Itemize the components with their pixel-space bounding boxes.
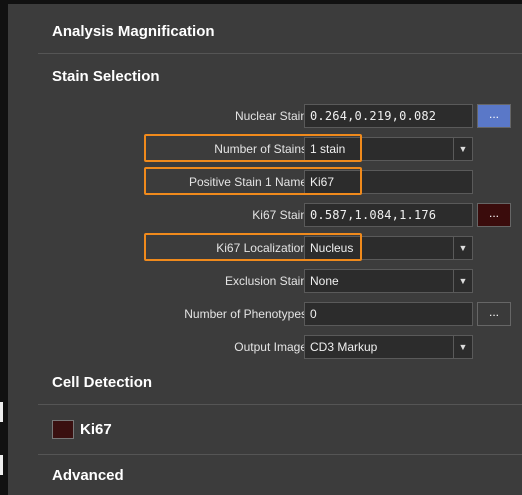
output-image-label: Output Image [234, 340, 307, 354]
row-positive-stain-1-name: Positive Stain 1 Name Ki67 [8, 170, 522, 194]
row-ki67-stain: Ki67 Stain 0.587,1.084,1.176 ... [8, 203, 522, 227]
row-nuclear-stain: Nuclear Stain 0.264,0.219,0.082 ... [8, 104, 522, 128]
number-of-phenotypes-button[interactable]: ... [477, 302, 511, 326]
nuclear-stain-color-button[interactable]: ... [477, 104, 511, 128]
left-border [0, 0, 8, 495]
section-title: Analysis Magnification [52, 23, 215, 40]
nuclear-stain-input[interactable]: 0.264,0.219,0.082 [304, 104, 473, 128]
ki67-item-label: Ki67 [80, 421, 112, 438]
ki67-localization-value: Nucleus [310, 241, 354, 255]
exclusion-stain-value: None [310, 274, 339, 288]
section-title: Advanced [52, 467, 124, 484]
chevron-down-icon: ▼ [453, 336, 472, 358]
exclusion-stain-label: Exclusion Stain [224, 274, 307, 288]
row-ki67-localization: Ki67 Localization Nucleus ▼ [8, 236, 522, 260]
row-exclusion-stain: Exclusion Stain None ▼ [8, 269, 522, 293]
divider [38, 454, 522, 455]
section-title: Cell Detection [52, 374, 153, 391]
number-of-stains-value: 1 stain [310, 142, 346, 156]
ki67-localization-label: Ki67 Localization [216, 241, 307, 255]
ki67-color-swatch [52, 420, 74, 439]
exclusion-stain-select[interactable]: None ▼ [304, 269, 473, 293]
nuclear-stain-label: Nuclear Stain [234, 109, 307, 123]
number-of-stains-label: Number of Stains [214, 142, 307, 156]
ki67-stain-color-button[interactable]: ... [477, 203, 511, 227]
row-number-of-stains: Number of Stains 1 stain ▼ [8, 137, 522, 161]
row-output-image: Output Image CD3 Markup ▼ [8, 335, 522, 359]
number-of-stains-select[interactable]: 1 stain ▼ [304, 137, 473, 161]
left-edge-tick [0, 402, 3, 422]
number-of-phenotypes-input[interactable]: 0 [304, 302, 473, 326]
ki67-stain-label: Ki67 Stain [252, 208, 307, 222]
divider [38, 404, 522, 405]
chevron-down-icon: ▼ [453, 237, 472, 259]
row-number-of-phenotypes: Number of Phenotypes 0 ... [8, 302, 522, 326]
left-edge-tick [0, 455, 3, 475]
divider [38, 53, 522, 54]
section-title: Stain Selection [52, 68, 160, 85]
output-image-select[interactable]: CD3 Markup ▼ [304, 335, 473, 359]
number-of-phenotypes-label: Number of Phenotypes [184, 307, 307, 321]
positive-stain-1-name-label: Positive Stain 1 Name [188, 175, 307, 189]
chevron-down-icon: ▼ [453, 138, 472, 160]
chevron-down-icon: ▼ [453, 270, 472, 292]
settings-panel: Analysis Magnification Stain Selection N… [8, 4, 522, 495]
output-image-value: CD3 Markup [310, 340, 378, 354]
ki67-stain-input[interactable]: 0.587,1.084,1.176 [304, 203, 473, 227]
ki67-phenotype-item[interactable]: Ki67 [8, 420, 522, 440]
ki67-localization-select[interactable]: Nucleus ▼ [304, 236, 473, 260]
positive-stain-1-name-input[interactable]: Ki67 [304, 170, 473, 194]
